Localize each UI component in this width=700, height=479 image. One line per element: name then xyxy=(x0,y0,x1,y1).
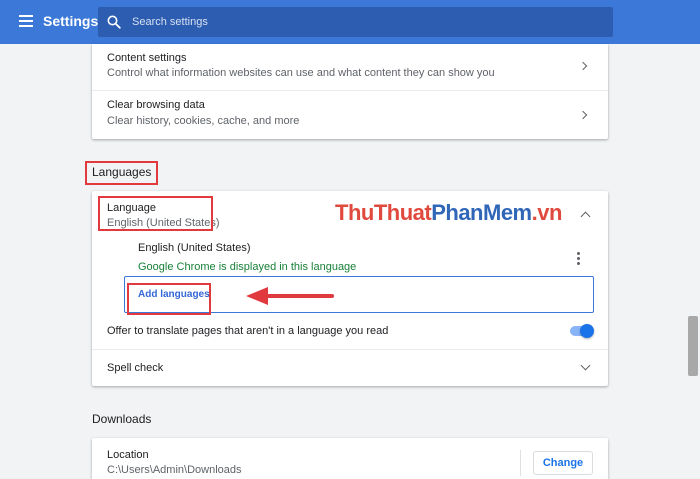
spell-check-row[interactable]: Spell check xyxy=(92,350,608,386)
chevron-up-icon[interactable] xyxy=(580,211,591,222)
search-icon xyxy=(107,15,121,29)
chevron-right-icon xyxy=(578,61,588,71)
watermark-logo: ThuThuatPhanMem.vn xyxy=(335,200,562,226)
annotation-box-language xyxy=(98,196,213,231)
content-settings-title: Content settings xyxy=(107,52,187,64)
offer-translate-row: Offer to translate pages that aren't in … xyxy=(92,321,608,349)
annotation-box-add-languages xyxy=(127,283,211,315)
watermark-part-1: ThuThuat xyxy=(335,200,432,225)
clear-browsing-data-title: Clear browsing data xyxy=(107,99,205,111)
chevron-down-icon xyxy=(580,360,591,371)
annotation-arrow-icon xyxy=(246,287,334,305)
offer-translate-label: Offer to translate pages that aren't in … xyxy=(107,325,389,337)
chevron-right-icon xyxy=(578,110,588,120)
clear-browsing-data-row[interactable]: Clear browsing data Clear history, cooki… xyxy=(92,91,608,139)
divider xyxy=(520,450,521,476)
language-entry-status: Google Chrome is displayed in this langu… xyxy=(138,261,357,273)
privacy-card: Content settings Control what informatio… xyxy=(92,44,608,139)
download-location-title: Location xyxy=(107,449,149,461)
download-location-path: C:\Users\Admin\Downloads xyxy=(107,464,242,476)
downloads-section-heading: Downloads xyxy=(92,412,152,426)
watermark-part-2: PhanMem xyxy=(431,200,532,225)
change-location-button[interactable]: Change xyxy=(533,451,593,475)
watermark-part-3: .vn xyxy=(531,200,563,225)
annotation-box-languages xyxy=(85,161,158,185)
spell-check-label: Spell check xyxy=(107,362,164,374)
more-actions-icon[interactable] xyxy=(577,252,581,266)
language-entry: English (United States) Google Chrome is… xyxy=(92,237,608,277)
clear-browsing-data-subtitle: Clear history, cookies, cache, and more xyxy=(107,115,300,127)
search-input[interactable] xyxy=(132,7,602,37)
content-settings-subtitle: Control what information websites can us… xyxy=(107,67,495,79)
scrollbar-track[interactable] xyxy=(686,44,700,479)
settings-header: Settings xyxy=(0,0,700,44)
scrollbar-thumb[interactable] xyxy=(688,316,698,376)
downloads-card: Location C:\Users\Admin\Downloads xyxy=(92,438,608,479)
search-bar[interactable] xyxy=(98,7,613,37)
hamburger-menu-icon[interactable] xyxy=(19,15,33,27)
content-settings-row[interactable]: Content settings Control what informatio… xyxy=(92,44,608,90)
page-title: Settings xyxy=(43,13,99,29)
language-entry-name: English (United States) xyxy=(138,242,251,254)
translate-toggle-knob[interactable] xyxy=(580,324,594,338)
